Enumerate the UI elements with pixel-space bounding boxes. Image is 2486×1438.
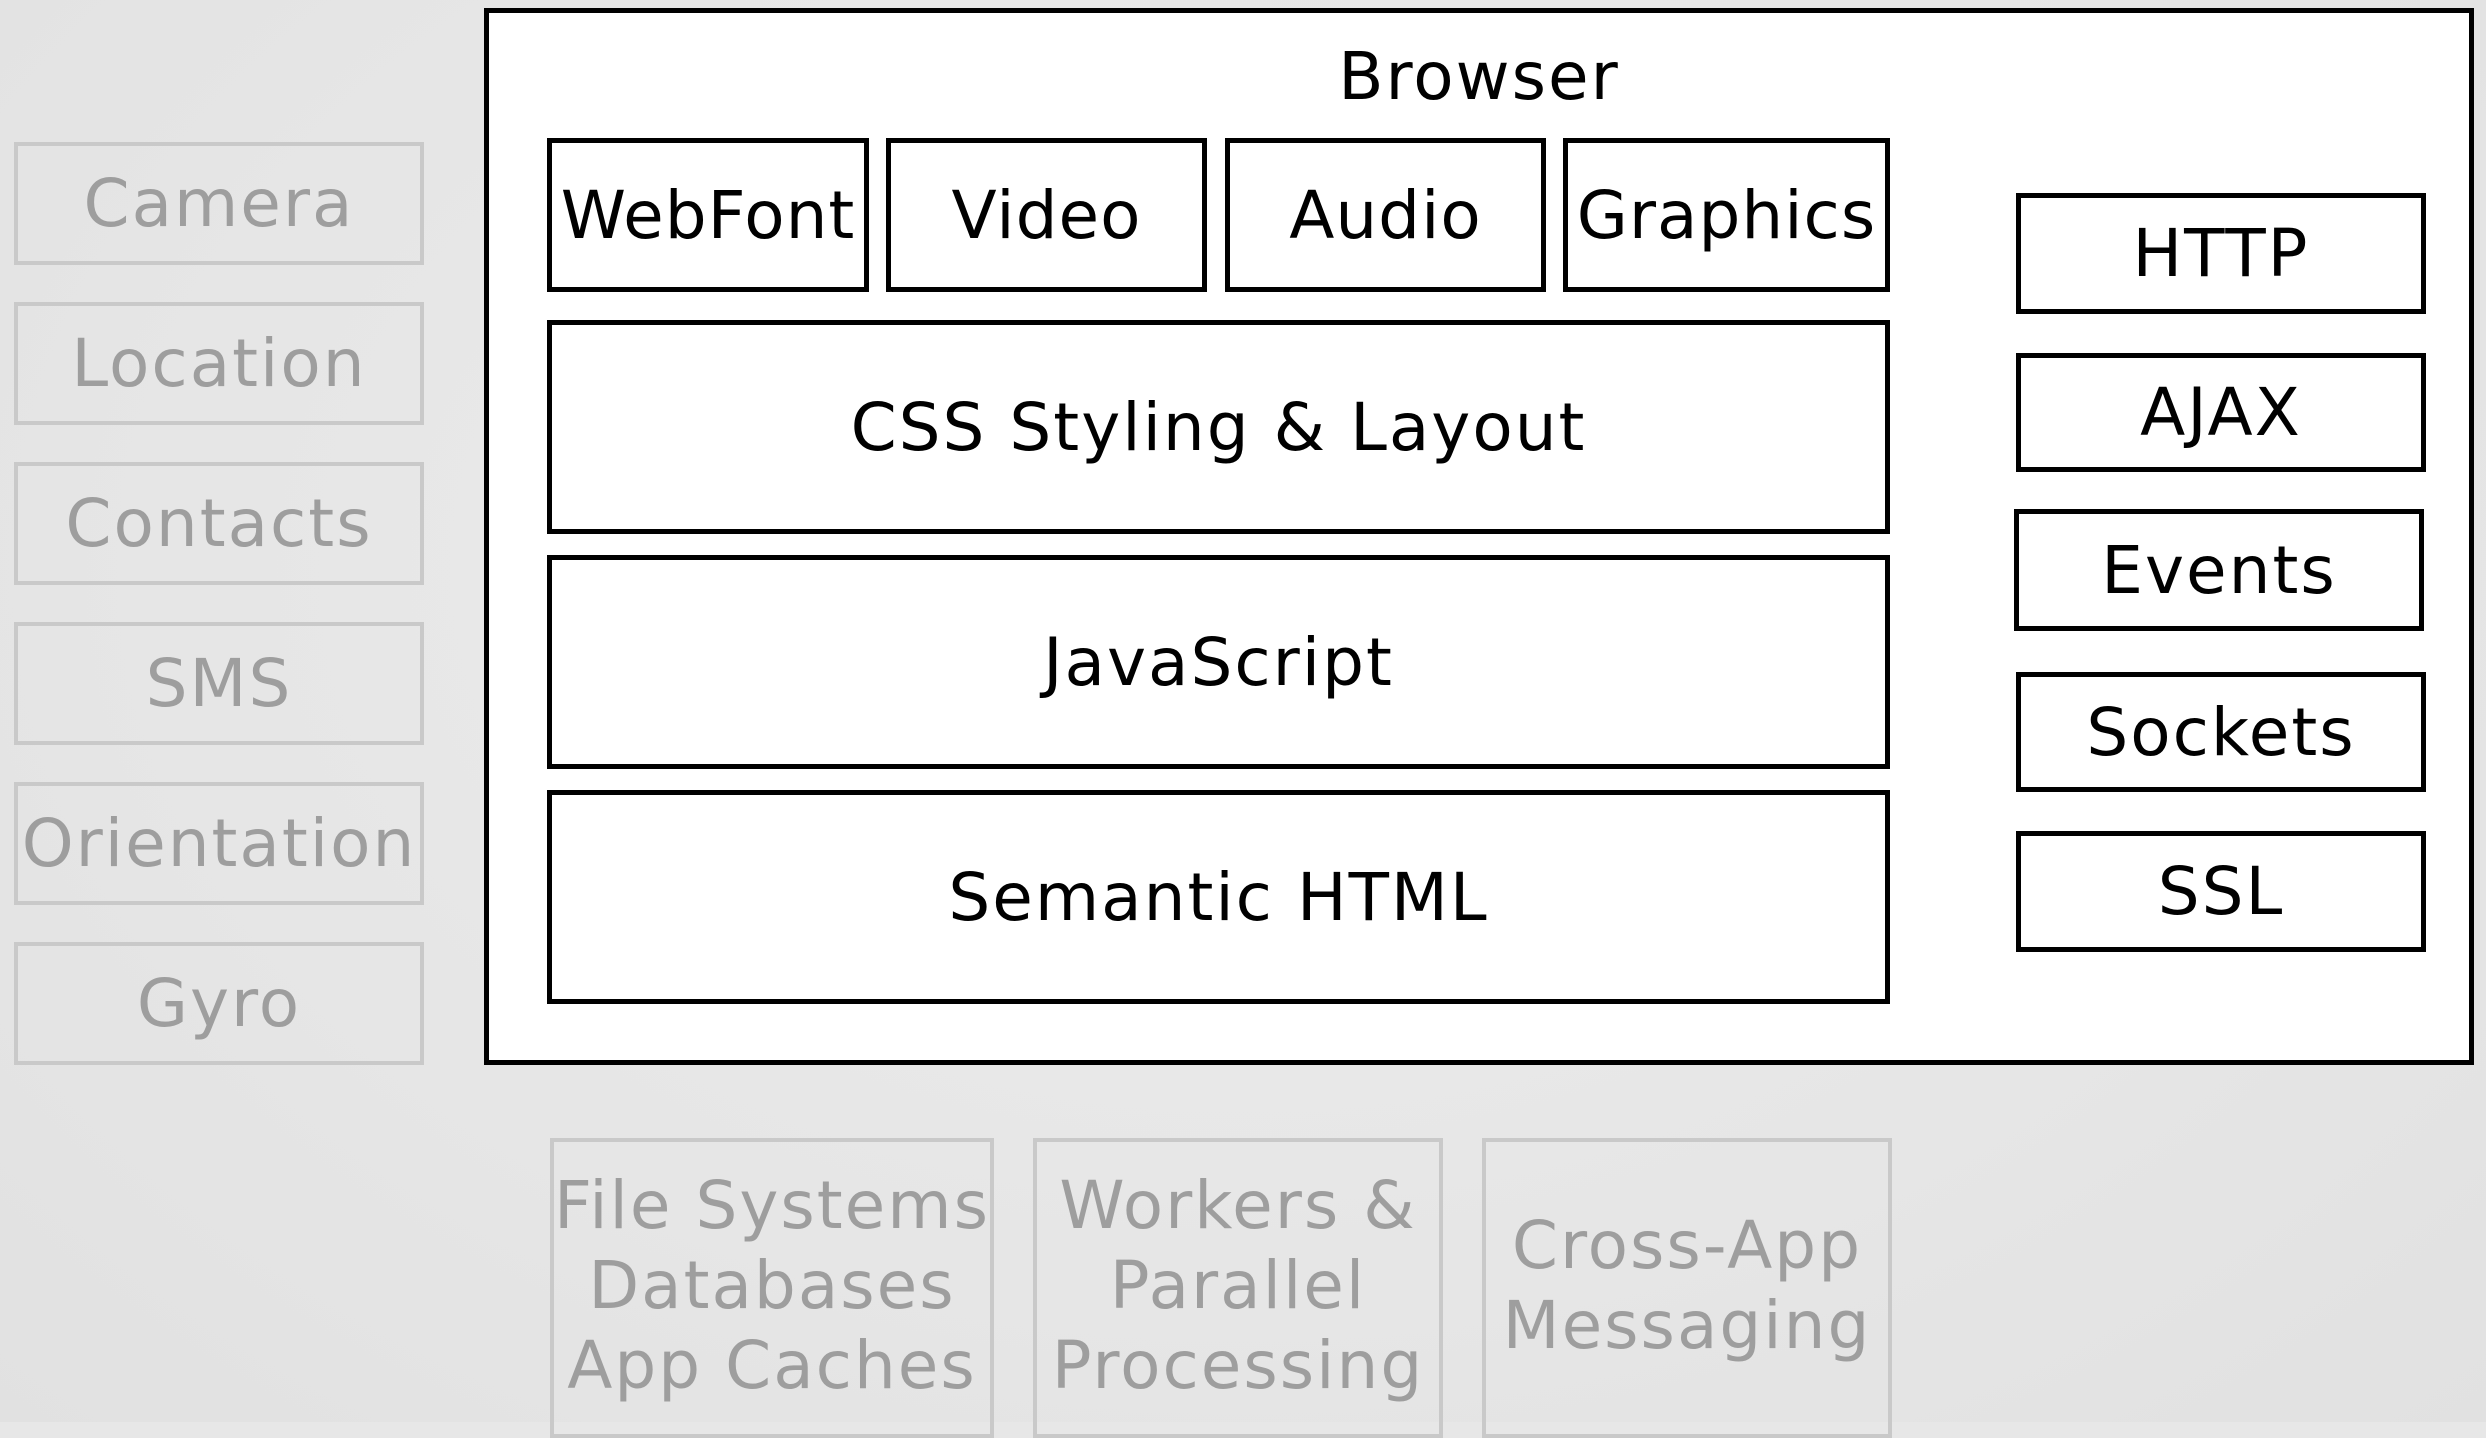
layer-css: CSS Styling & Layout [547,320,1890,534]
layer-label: JavaScript [1043,623,1394,701]
network-label: Sockets [2086,693,2356,771]
network-label: HTTP [2132,215,2310,292]
network-label: SSL [2157,853,2285,930]
network-http: HTTP [2016,193,2426,314]
network-label: Events [2101,531,2337,609]
workers-box: Workers & Parallel Processing [1033,1138,1443,1438]
workers-line: Workers & [1059,1167,1417,1244]
network-ssl: SSL [2016,831,2426,952]
media-audio: Audio [1225,138,1546,292]
device-feature-label: Location [71,325,367,402]
network-ajax: AJAX [2016,353,2426,472]
device-feature-label: Camera [83,165,355,242]
layer-semantic-html: Semantic HTML [547,790,1890,1004]
browser-title: Browser [1338,38,1620,115]
device-feature-orientation: Orientation [14,782,424,905]
device-feature-location: Location [14,302,424,425]
workers-line: Parallel [1109,1247,1367,1324]
storage-line: Databases [588,1247,956,1324]
storage-line: File Systems [554,1167,990,1244]
messaging-line: Cross-App [1511,1207,1863,1284]
messaging-line: Messaging [1502,1287,1872,1364]
layer-label: Semantic HTML [948,858,1489,936]
media-label: Graphics [1576,176,1877,254]
network-label: AJAX [2140,374,2302,451]
device-feature-gyro: Gyro [14,942,424,1065]
device-feature-label: Gyro [136,965,302,1042]
storage-line: App Caches [567,1327,977,1404]
device-feature-sms: SMS [14,622,424,745]
media-video: Video [886,138,1207,292]
media-graphics: Graphics [1563,138,1890,292]
workers-line: Processing [1051,1327,1425,1404]
device-feature-contacts: Contacts [14,462,424,585]
media-label: Audio [1289,176,1482,254]
layer-label: CSS Styling & Layout [850,388,1587,466]
device-feature-label: Orientation [21,805,417,882]
messaging-box: Cross-App Messaging [1482,1138,1892,1438]
network-sockets: Sockets [2016,672,2426,792]
media-label: WebFont [560,176,856,254]
device-feature-camera: Camera [14,142,424,265]
device-feature-label: SMS [145,645,293,722]
media-webfont: WebFont [547,138,869,292]
network-events: Events [2014,509,2424,631]
media-label: Video [951,176,1142,254]
device-feature-label: Contacts [65,485,373,562]
storage-box: File Systems Databases App Caches [550,1138,994,1438]
layer-javascript: JavaScript [547,555,1890,769]
